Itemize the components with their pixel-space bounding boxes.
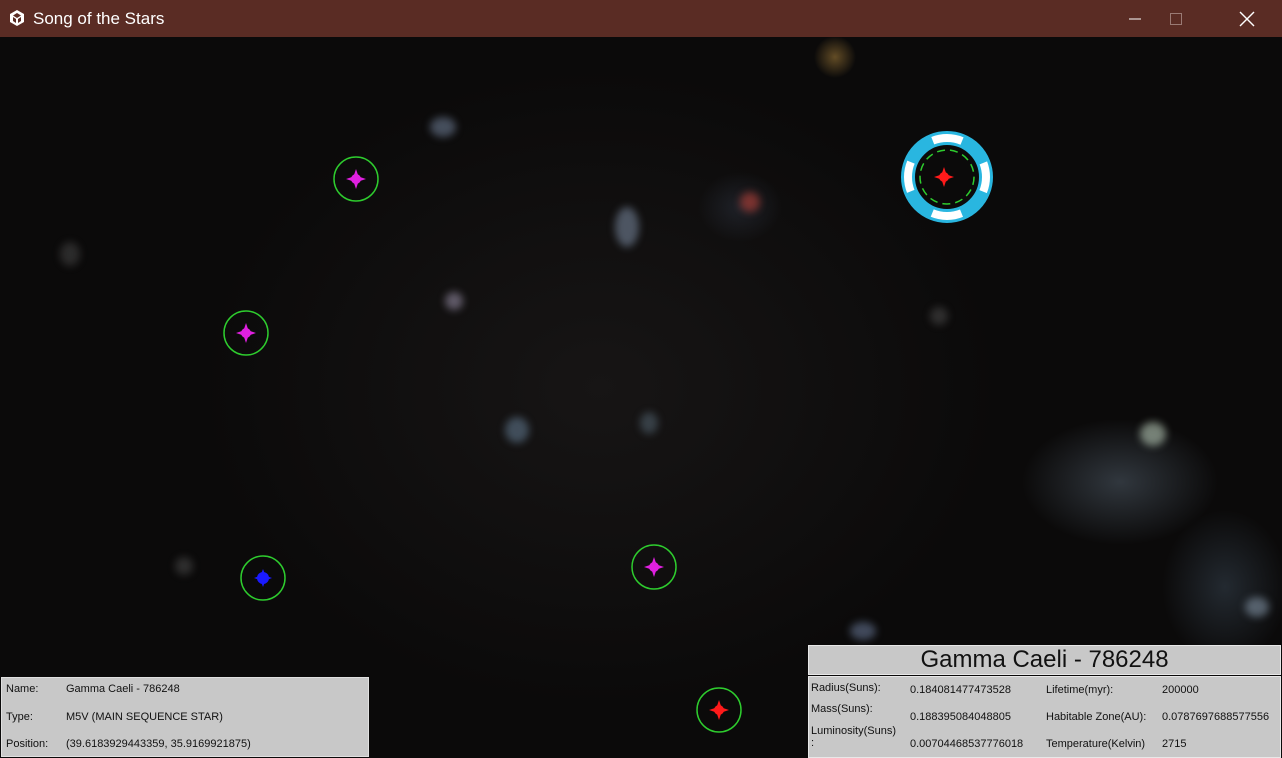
temperature-label: Temperature(Kelvin) [1046, 738, 1146, 750]
background-star [640, 412, 658, 434]
luminosity-colon: : [811, 737, 815, 749]
close-button[interactable] [1224, 0, 1270, 37]
window-title: Song of the Stars [33, 9, 165, 28]
background-star [850, 622, 876, 640]
title-bar: Song of the Stars [0, 0, 1282, 37]
background-star [445, 292, 463, 310]
maximize-button[interactable] [1153, 0, 1199, 37]
habitable-zone-value: 0.0787697688577556 [1162, 711, 1270, 723]
background-star [930, 307, 948, 325]
selected-star-marker[interactable] [900, 130, 994, 224]
temperature-value: 2715 [1162, 738, 1187, 750]
type-label: Type: [6, 711, 33, 723]
star-details-panel: Radius(Suns): 0.184081477473528 Mass(Sun… [808, 676, 1281, 758]
lifetime-label: Lifetime(myr): [1046, 684, 1114, 696]
lifetime-value: 200000 [1162, 684, 1199, 696]
background-star [430, 117, 456, 137]
minimize-icon [1128, 12, 1142, 26]
position-value: (39.6183929443359, 35.9169921875) [66, 738, 251, 750]
mass-label: Mass(Suns): [811, 703, 873, 715]
background-star [1245, 597, 1269, 617]
mass-value: 0.188395084048805 [910, 711, 1011, 723]
star-marker[interactable] [240, 555, 286, 601]
name-label: Name: [6, 683, 39, 695]
luminosity-value: 0.00704468537776018 [910, 738, 1024, 750]
star-marker[interactable] [333, 156, 379, 202]
radius-label: Radius(Suns): [811, 682, 881, 694]
background-star [505, 417, 529, 443]
maximize-icon [1169, 12, 1183, 26]
unity-logo-icon[interactable] [8, 9, 26, 27]
radius-value: 0.184081477473528 [910, 684, 1011, 696]
minimize-button[interactable] [1112, 0, 1158, 37]
background-star [1140, 422, 1166, 446]
star-info-panel: Name: Gamma Caeli - 786248 Type: M5V (MA… [1, 677, 369, 757]
position-label: Position: [6, 738, 49, 750]
background-star [175, 557, 193, 575]
star-marker[interactable] [696, 687, 742, 733]
type-value: M5V (MAIN SEQUENCE STAR) [66, 711, 223, 723]
background-star [740, 192, 760, 212]
close-icon [1239, 11, 1255, 27]
star-marker[interactable] [631, 544, 677, 590]
luminosity-label: Luminosity(Suns) [811, 725, 896, 737]
name-value: Gamma Caeli - 786248 [66, 683, 180, 695]
background-star [615, 207, 639, 247]
background-star [60, 242, 80, 266]
star-marker[interactable] [223, 310, 269, 356]
habitable-zone-label: Habitable Zone(AU): [1046, 711, 1147, 723]
star-details-title: Gamma Caeli - 786248 [808, 645, 1281, 675]
